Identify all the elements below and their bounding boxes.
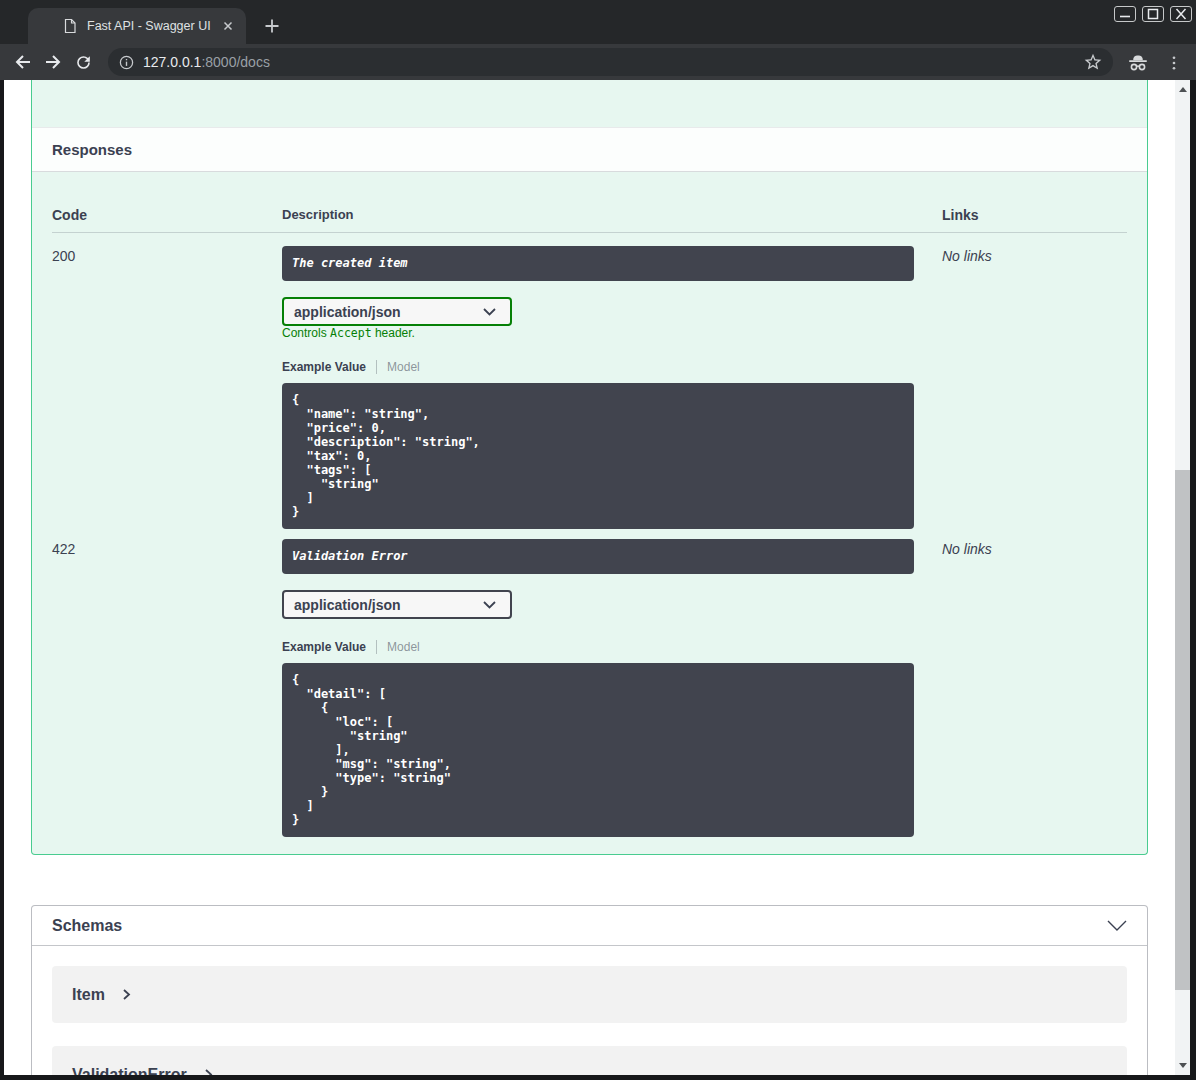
new-tab-button[interactable] — [258, 12, 286, 40]
window-minimize-button[interactable] — [1114, 6, 1136, 22]
col-header-code: Code — [52, 208, 282, 222]
window-maximize-button[interactable] — [1142, 6, 1164, 22]
response-links: No links — [942, 233, 1127, 529]
plus-icon — [264, 18, 280, 34]
schemas-header[interactable]: Schemas — [32, 906, 1147, 946]
response-description: Validation Error — [282, 539, 914, 574]
response-row-422: 422 Validation Error application/json Ex… — [52, 539, 1127, 837]
scroll-up-arrow-icon[interactable] — [1179, 87, 1187, 92]
reload-icon — [74, 53, 93, 72]
responses-section-header: Responses — [32, 127, 1147, 172]
browser-titlebar: Fast API - Swagger UI — [0, 0, 1196, 44]
chevron-right-icon — [121, 989, 132, 1000]
back-button[interactable] — [8, 47, 38, 77]
responses-title: Responses — [52, 141, 132, 158]
site-info-icon[interactable] — [118, 54, 135, 71]
tab-title: Fast API - Swagger UI — [87, 19, 220, 33]
col-header-links: Links — [942, 208, 1127, 222]
post-endpoint-block: Responses Code Description Links 200 The… — [31, 80, 1148, 855]
reload-button[interactable] — [68, 47, 98, 77]
close-icon — [1174, 8, 1188, 20]
accept-header-note: Controls Accept header. — [282, 328, 942, 339]
tab-model[interactable]: Model — [387, 640, 420, 654]
chevron-right-icon — [203, 1069, 214, 1075]
chevron-down-icon — [1107, 920, 1127, 931]
minimize-icon — [1118, 8, 1132, 20]
media-type-select[interactable]: application/json — [282, 590, 512, 619]
url-text: 127.0.0.1:8000/docs — [143, 54, 270, 70]
scrollbar-thumb[interactable] — [1175, 470, 1190, 990]
schemas-section: Schemas Item ValidationError — [31, 905, 1148, 1075]
model-item[interactable]: Item — [52, 966, 1127, 1023]
media-type-select[interactable]: application/json — [282, 297, 512, 326]
model-validationerror[interactable]: ValidationError — [52, 1046, 1127, 1075]
responses-table-header: Code Description Links — [52, 172, 1127, 233]
tab-example-value[interactable]: Example Value — [282, 360, 366, 374]
chevron-down-icon — [483, 601, 496, 609]
col-header-description: Description — [282, 208, 942, 222]
response-description: The created item — [282, 246, 914, 281]
response-code: 422 — [52, 539, 282, 837]
back-icon — [13, 52, 33, 72]
bookmark-star-icon[interactable] — [1083, 52, 1103, 72]
tab-model[interactable]: Model — [387, 360, 420, 374]
page-content: Responses Code Description Links 200 The… — [4, 80, 1175, 1075]
tab-close-icon[interactable] — [220, 18, 236, 34]
chevron-down-icon — [483, 308, 496, 316]
maximize-icon — [1146, 8, 1160, 20]
example-json: { "name": "string", "price": 0, "descrip… — [282, 383, 914, 529]
example-json: { "detail": [ { "loc": [ "string" ], "ms… — [282, 663, 914, 837]
three-dot-menu-icon — [1165, 54, 1183, 72]
response-code: 200 — [52, 233, 282, 529]
incognito-icon — [1126, 51, 1150, 75]
schemas-title: Schemas — [52, 916, 122, 935]
browser-tab[interactable]: Fast API - Swagger UI — [28, 8, 246, 44]
forward-icon — [43, 52, 63, 72]
address-bar[interactable]: 127.0.0.1:8000/docs — [108, 48, 1113, 76]
vertical-scrollbar[interactable] — [1175, 80, 1190, 1075]
tab-example-value[interactable]: Example Value — [282, 640, 366, 654]
response-row-200: 200 The created item application/json Co… — [52, 233, 1127, 529]
window-close-button[interactable] — [1170, 6, 1192, 22]
response-links: No links — [942, 539, 1127, 837]
browser-menu-button[interactable] — [1162, 51, 1186, 75]
favicon-document-icon — [62, 18, 78, 34]
scroll-down-arrow-icon[interactable] — [1179, 1063, 1187, 1068]
forward-button[interactable] — [38, 47, 68, 77]
